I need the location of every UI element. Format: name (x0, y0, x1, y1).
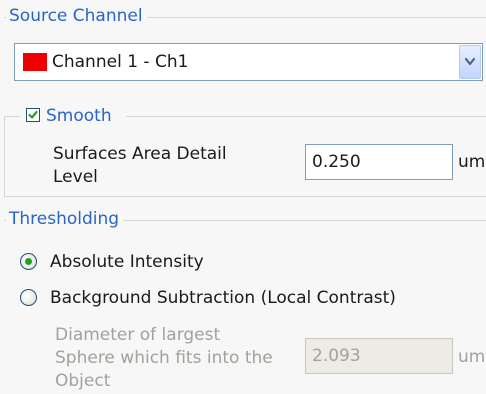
thresholding-title: Thresholding (6, 209, 124, 229)
surfaces-detail-label-line2: Level (53, 167, 98, 187)
smooth-group-left-border (4, 116, 5, 196)
surfaces-detail-input[interactable]: 0.250 (305, 144, 453, 180)
diameter-label-line2: Sphere which fits into the (55, 348, 273, 368)
channel-color-swatch (23, 53, 47, 71)
surfaces-detail-unit: um (458, 152, 486, 172)
surfaces-detail-label-line1: Surfaces Area Detail (53, 144, 227, 164)
smooth-group-bottom-line (4, 196, 486, 197)
diameter-label-line1: Diameter of largest (55, 325, 221, 345)
diameter-input[interactable]: 2.093 (305, 338, 453, 374)
diameter-unit: um (458, 347, 486, 367)
checkmark-icon (28, 110, 38, 119)
radio-selected-dot (25, 258, 32, 265)
absolute-intensity-radio[interactable] (20, 253, 37, 270)
smooth-label: Smooth (46, 106, 112, 126)
dropdown-arrow-button[interactable] (459, 45, 481, 79)
diameter-label-line3: Object (55, 371, 111, 391)
source-channel-title: Source Channel (6, 6, 147, 26)
channel-dropdown-value: Channel 1 - Ch1 (52, 52, 189, 72)
background-subtraction-radio[interactable] (20, 289, 37, 306)
smooth-checkbox[interactable] (26, 108, 40, 122)
background-subtraction-label: Background Subtraction (Local Contrast) (50, 288, 396, 308)
absolute-intensity-label: Absolute Intensity (50, 252, 204, 272)
chevron-down-icon (464, 57, 476, 66)
channel-dropdown[interactable]: Channel 1 - Ch1 (14, 43, 483, 81)
